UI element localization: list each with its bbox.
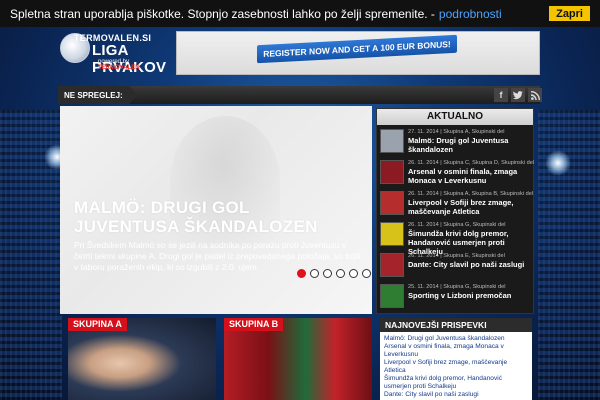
news-title[interactable]: Arsenal v osmini finala, zmaga Monaca v …	[408, 167, 532, 185]
aktualno-panel: AKTUALNO 27. 11. 2014 | Skupina A, Skupi…	[376, 108, 534, 314]
news-item[interactable]: 26. 11. 2014 | Skupina C, Skupina D, Sku…	[380, 160, 535, 186]
group-a-label[interactable]: SKUPINA A	[68, 318, 127, 331]
news-title[interactable]: Dante: City slavil po naši zaslugi	[408, 260, 532, 269]
slide-title[interactable]: MALMÖ: DRUGI GOL JUVENTUSA ŠKANDALOZEN	[74, 198, 354, 236]
group-b-label[interactable]: SKUPINA B	[224, 318, 284, 331]
logo-powered-by: powered by TERMOVALEN	[98, 59, 140, 71]
ad-banner[interactable]: REGISTER NOW AND GET A 100 EUR BONUS!	[176, 31, 540, 75]
news-meta: 26. 11. 2014 | Skupina A, Skupina B, Sku…	[408, 191, 534, 197]
news-thumbnail[interactable]	[380, 160, 404, 184]
news-title[interactable]: Šimundža krivi dolg premor, Handanović u…	[408, 229, 532, 256]
ticker-strip: NE SPREGLEJ: f	[58, 86, 542, 104]
slider-dot[interactable]	[349, 269, 358, 278]
slider-pagination	[297, 269, 371, 278]
twitter-icon[interactable]	[511, 88, 525, 102]
news-thumbnail[interactable]	[380, 222, 404, 246]
news-thumbnail[interactable]	[380, 253, 404, 277]
slider-dot[interactable]	[310, 269, 319, 278]
news-item[interactable]: 26. 11. 2014 | Skupina G, Skupinski del …	[380, 222, 532, 256]
latest-post-link[interactable]: Liverpool v Sofiji brez zmage, maščevanj…	[384, 359, 528, 375]
featured-slider[interactable]: MALMÖ: DRUGI GOL JUVENTUSA ŠKANDALOZEN P…	[60, 106, 372, 314]
cookie-close-button[interactable]: Zapri	[549, 6, 590, 21]
group-a-card[interactable]: SKUPINA A	[68, 318, 216, 400]
news-meta: 25. 11. 2014 | Skupina G, Skupinski del	[408, 284, 506, 290]
latest-post-link[interactable]: Arsenal v osmini finala, zmaga Monaca v …	[384, 343, 528, 359]
news-title[interactable]: Malmö: Drugi gol Juventusa škandalozen	[408, 136, 532, 154]
strip-label: NE SPREGLEJ:	[58, 86, 138, 104]
site-logo[interactable]: TERMOVALEN.SI LIGA PRVAKOV powered by TE…	[60, 33, 170, 76]
news-meta: 26. 11. 2014 | Skupina C, Skupina D, Sku…	[408, 160, 535, 166]
cookie-bar: Spletna stran uporablja piškotke. Stopnj…	[0, 0, 600, 27]
latest-post-link[interactable]: Dante: City slavil po naši zaslugi	[384, 391, 528, 399]
group-b-card[interactable]: SKUPINA B	[224, 318, 372, 400]
latest-posts-list: Malmö: Drugi gol Juventusa škandalozen A…	[380, 332, 532, 399]
news-meta: 27. 11. 2014 | Skupina A, Skupinski del	[408, 129, 505, 135]
news-thumbnail[interactable]	[380, 129, 404, 153]
news-meta: 26. 11. 2014 | Skupina G, Skupinski del	[408, 222, 506, 228]
latest-post-link[interactable]: Malmö: Drugi gol Juventusa škandalozen	[384, 335, 528, 343]
news-item[interactable]: 26. 11. 2014 | Skupina A, Skupina B, Sku…	[380, 191, 534, 217]
slider-dot[interactable]	[362, 269, 371, 278]
banner-register-button[interactable]: REGISTER NOW AND GET A 100 EUR BONUS!	[257, 34, 457, 64]
news-item[interactable]: 27. 11. 2014 | Skupina A, Skupinski del …	[380, 129, 532, 155]
cookie-text: Spletna stran uporablja piškotke. Stopnj…	[10, 6, 435, 21]
floodlight-right	[545, 150, 571, 176]
news-thumbnail[interactable]	[380, 191, 404, 215]
news-meta: 26. 11. 2014 | Skupina E, Skupinski del	[408, 253, 505, 259]
slider-dot[interactable]	[323, 269, 332, 278]
news-item[interactable]: 26. 11. 2014 | Skupina E, Skupinski del …	[380, 253, 532, 279]
latest-post-link[interactable]: Šimundža krivi dolg premor, Handanović u…	[384, 375, 528, 391]
rss-icon[interactable]	[528, 88, 542, 102]
cookie-details-link[interactable]: podrobnosti	[439, 7, 502, 21]
news-title[interactable]: Sporting v Lizboni premočan	[408, 291, 532, 300]
aktualno-heading: AKTUALNO	[377, 109, 533, 125]
slider-dot[interactable]	[297, 269, 306, 278]
news-thumbnail[interactable]	[380, 284, 404, 308]
latest-posts-heading: NAJNOVEJŠI PRISPEVKI	[380, 318, 532, 332]
news-item[interactable]: 25. 11. 2014 | Skupina G, Skupinski del …	[380, 284, 532, 310]
facebook-icon[interactable]: f	[494, 88, 508, 102]
latest-posts-panel: NAJNOVEJŠI PRISPEVKI Malmö: Drugi gol Ju…	[380, 318, 532, 400]
slider-dot[interactable]	[336, 269, 345, 278]
news-title[interactable]: Liverpool v Sofiji brez zmage, maščevanj…	[408, 198, 532, 216]
